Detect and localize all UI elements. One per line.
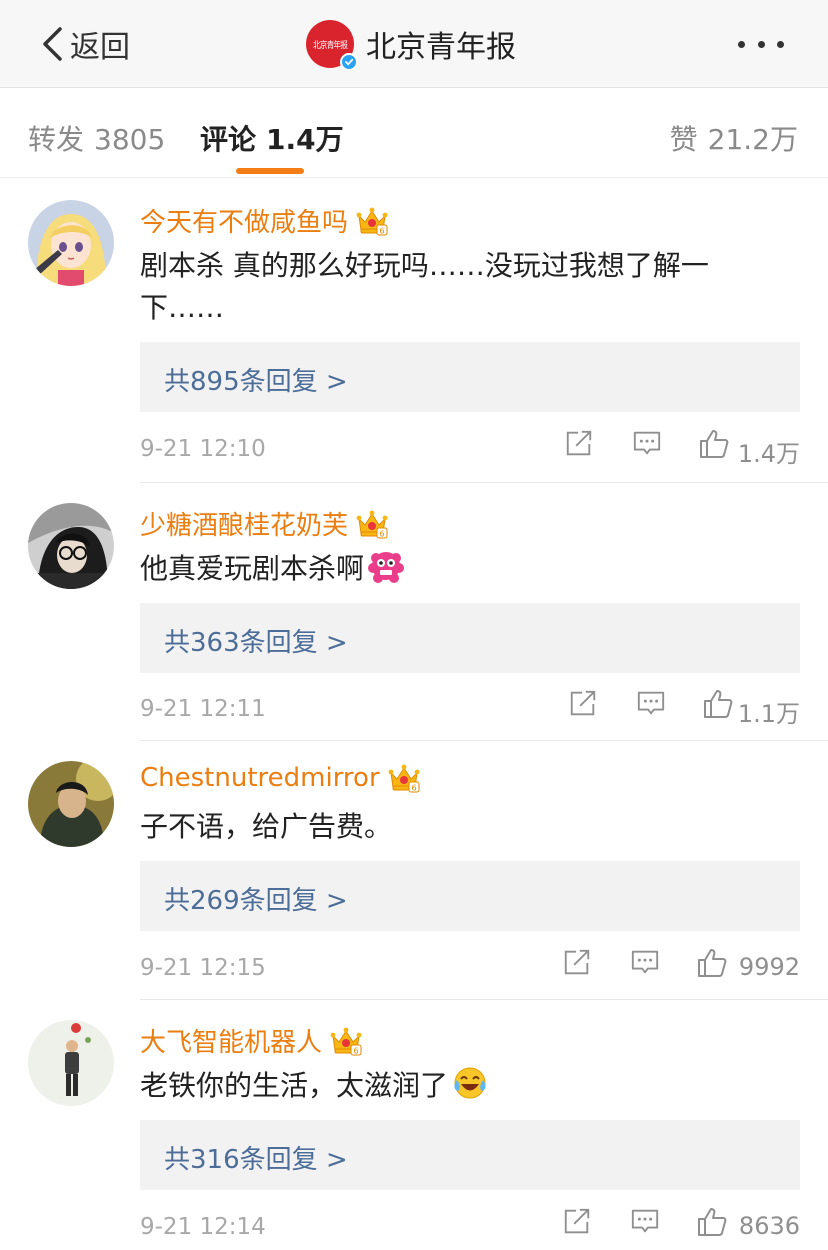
comment-text: 剧本杀 真的那么好玩吗……没玩过我想了解一下…… — [140, 249, 709, 324]
comment-time: 9-21 12:11 — [140, 696, 266, 722]
replies-count-text: 共363条回复 > — [164, 628, 348, 658]
tab-comments-label: 评论 — [200, 123, 257, 156]
comment-icon[interactable] — [630, 1206, 660, 1236]
comment-meta: 9-21 12:10 1.4万 — [140, 428, 800, 468]
avatar[interactable] — [28, 1020, 114, 1106]
comment-time: 9-21 12:14 — [140, 1214, 266, 1240]
like-count: 9992 — [738, 953, 800, 981]
comment-text: 老铁你的生活，太滋润了 — [140, 1069, 449, 1102]
like-thumb-icon[interactable] — [698, 428, 730, 460]
tab-comments-count: 1.4万 — [266, 123, 344, 156]
vip-crown-icon — [330, 1026, 362, 1056]
replies-count-text: 共269条回复 > — [164, 886, 348, 916]
vip-crown-icon — [388, 763, 420, 793]
avatar[interactable] — [28, 761, 114, 847]
replies-count-text: 共895条回复 > — [164, 367, 348, 397]
comment-text-line: 老铁你的生活，太滋润了 — [140, 1065, 780, 1107]
comment-icon[interactable] — [630, 947, 660, 977]
tab-likes[interactable]: 赞 21.2万 — [670, 118, 798, 158]
account-avatar[interactable]: 北京青年报 — [306, 20, 358, 71]
comment-icon[interactable] — [632, 428, 662, 458]
tab-repost-count: 3805 — [94, 123, 166, 156]
view-replies-link[interactable]: 共316条回复 > — [140, 1120, 800, 1190]
comment-meta: 9-21 12:15 9992 — [140, 947, 800, 987]
username[interactable]: 今天有不做咸鱼吗 — [140, 202, 348, 239]
like-count: 1.1万 — [737, 700, 800, 728]
user-row: 今天有不做咸鱼吗 — [140, 202, 388, 239]
username[interactable]: 大飞智能机器人 — [140, 1022, 322, 1059]
chevron-left-icon — [43, 27, 62, 61]
logo-wordmark: 北京青年报 — [312, 40, 348, 51]
comment-item: 今天有不做咸鱼吗 剧本杀 真的那么好玩吗……没玩过我想了解一下…… 共895条回… — [0, 180, 828, 483]
account-header[interactable]: 北京青年报 北京青年报 — [306, 18, 516, 71]
comment-text-line: 他真爱玩剧本杀啊 — [140, 548, 780, 590]
tab-repost[interactable]: 转发 3805 — [28, 118, 165, 158]
comment-icon[interactable] — [636, 688, 666, 718]
view-replies-link[interactable]: 共363条回复 > — [140, 603, 800, 673]
like-thumb-icon[interactable] — [696, 1206, 728, 1238]
user-row: 少糖酒酿桂花奶芙 — [140, 505, 388, 542]
share-icon[interactable] — [564, 428, 594, 458]
user-row: Chestnutredmirror — [140, 763, 420, 793]
back-label: 返回 — [70, 30, 130, 65]
share-icon[interactable] — [562, 947, 592, 977]
replies-count-text: 共316条回复 > — [164, 1145, 348, 1175]
like-thumb-icon[interactable] — [702, 688, 734, 720]
username[interactable]: Chestnutredmirror — [140, 763, 380, 793]
comment-meta: 9-21 12:14 8636 — [140, 1206, 800, 1246]
comment-time: 9-21 12:15 — [140, 955, 266, 981]
comment-text: 他真爱玩剧本杀啊 — [140, 552, 365, 585]
comment-time: 9-21 12:10 — [140, 436, 266, 462]
comment-text: 子不语，给广告费。 — [140, 810, 393, 843]
username[interactable]: 少糖酒酿桂花奶芙 — [140, 505, 348, 542]
pink-fluffy-emoji — [368, 552, 405, 583]
verified-badge-icon — [340, 53, 358, 71]
vip-crown-icon — [356, 206, 388, 236]
back-button[interactable]: 返回 — [40, 22, 130, 66]
like-count: 1.4万 — [737, 440, 800, 468]
laughing-tears-emoji — [454, 1067, 486, 1099]
tab-repost-label: 转发 — [28, 123, 85, 156]
like-count: 8636 — [738, 1212, 800, 1240]
avatar[interactable] — [28, 503, 114, 589]
page-title: 北京青年报 — [366, 30, 516, 65]
comment-meta: 9-21 12:11 1.1万 — [140, 688, 800, 728]
share-icon[interactable] — [562, 1206, 592, 1236]
comment-item: 大飞智能机器人 老铁你的生活，太滋润了 共316条回复 > 9-21 12:14… — [0, 1000, 828, 1250]
top-nav-bar: 返回 北京青年报 北京青年报 — [0, 0, 828, 88]
view-replies-link[interactable]: 共269条回复 > — [140, 861, 800, 931]
view-replies-link[interactable]: 共895条回复 > — [140, 342, 800, 412]
share-icon[interactable] — [568, 688, 598, 718]
avatar[interactable] — [28, 200, 114, 286]
vip-crown-icon — [356, 509, 388, 539]
active-tab-indicator — [236, 168, 304, 174]
comment-item: 少糖酒酿桂花奶芙 他真爱玩剧本杀啊 共363条回复 > 9-21 12:11 1… — [0, 483, 828, 741]
more-options-icon[interactable] — [738, 34, 784, 54]
tab-bar: 转发 3805 评论 1.4万 赞 21.2万 — [0, 90, 828, 178]
user-row: 大飞智能机器人 — [140, 1022, 362, 1059]
tab-likes-count: 21.2万 — [707, 123, 798, 156]
tab-likes-label: 赞 — [669, 123, 698, 156]
like-thumb-icon[interactable] — [696, 947, 728, 979]
comment-item: Chestnutredmirror 子不语，给广告费。 共269条回复 > 9-… — [0, 741, 828, 1000]
